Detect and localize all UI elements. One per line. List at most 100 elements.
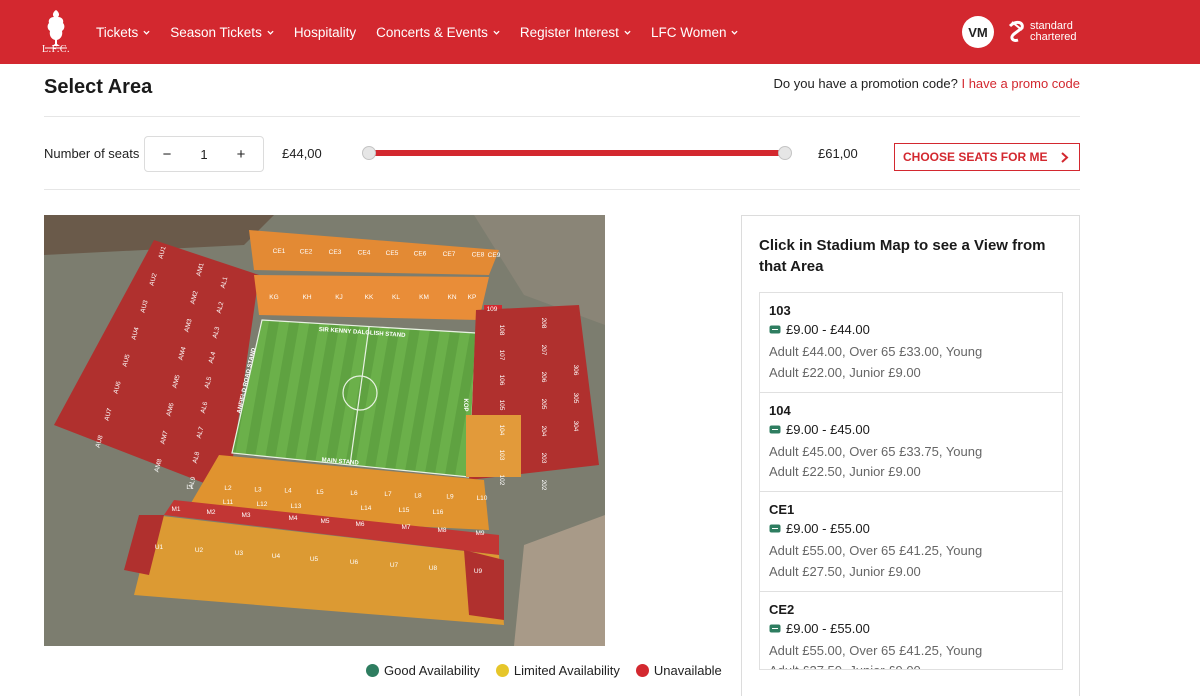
section-u9-block[interactable] [464,550,504,620]
choose-seats-label: CHOOSE SEATS FOR ME [903,150,1048,164]
decrement-button[interactable]: − [159,146,175,163]
area-list-item[interactable]: CE1 £9.00 - £55.00 Adult £55.00, Over 65 £… [760,492,1062,592]
slider-handle-max[interactable] [778,146,792,160]
section-108[interactable]: 108 [498,325,505,336]
slider-handle-min[interactable] [362,146,376,160]
section-kl[interactable]: KL [392,294,400,301]
section-l7[interactable]: L7 [384,491,392,498]
section-l2[interactable]: L2 [224,485,232,492]
section-l8[interactable]: L8 [414,492,422,499]
section-ce3[interactable]: CE3 [329,249,342,256]
section-l14[interactable]: L14 [361,505,372,512]
price-range-slider[interactable] [362,145,792,161]
section-ce8[interactable]: CE8 [472,252,485,259]
section-l11[interactable]: L11 [223,499,234,506]
section-106[interactable]: 106 [498,375,505,386]
section-u5[interactable]: U5 [310,556,319,563]
section-202[interactable]: 202 [540,480,547,491]
section-206[interactable]: 206 [540,372,547,383]
increment-button[interactable]: + [233,146,249,163]
section-ce5[interactable]: CE5 [386,250,399,257]
nav-item-concerts-events[interactable]: Concerts & Events [376,25,500,40]
section-m3[interactable]: M3 [241,512,250,519]
section-m1[interactable]: M1 [171,506,180,513]
section-304[interactable]: 304 [572,421,579,432]
section-kh[interactable]: KH [302,294,311,301]
section-m2[interactable]: M2 [206,509,215,516]
section-kj[interactable]: KJ [335,294,343,301]
section-u4[interactable]: U4 [272,553,281,560]
nav-item-lfc-women[interactable]: LFC Women [651,25,739,40]
nav-item-register-interest[interactable]: Register Interest [520,25,631,40]
section-l4[interactable]: L4 [284,488,292,495]
section-ce1[interactable]: CE1 [273,248,286,255]
section-ce7[interactable]: CE7 [443,251,456,258]
section-107[interactable]: 107 [498,350,505,361]
area-list-item[interactable]: CE2 £9.00 - £55.00 Adult £55.00, Over 65 £… [760,592,1062,670]
section-l9[interactable]: L9 [446,494,454,501]
user-avatar[interactable]: VM [962,16,994,48]
stadium-map[interactable]: CE1 CE2 CE3 CE4 CE5 CE6 CE7 CE8 CE9 KG KH KJ KK KL KM K… [44,215,605,646]
promo-code-link[interactable]: I have a promo code [961,76,1080,91]
section-104[interactable]: 104 [498,425,505,436]
legend-item: Good Availability [366,663,480,678]
section-ce9[interactable]: CE9 [488,252,501,259]
section-l6[interactable]: L6 [350,490,358,497]
section-km[interactable]: KM [419,294,429,301]
area-list[interactable]: 103 £9.00 - £44.00 Adult £44.00, Over 65 £… [759,292,1063,670]
kop-available-block[interactable] [466,415,521,477]
section-u6[interactable]: U6 [350,559,359,566]
section-l16[interactable]: L16 [433,509,444,516]
section-m4[interactable]: M4 [288,515,297,522]
section-m6[interactable]: M6 [355,521,364,528]
section-205[interactable]: 205 [540,399,547,410]
area-list-item[interactable]: 103 £9.00 - £44.00 Adult £44.00, Over 65 £… [760,293,1062,393]
section-ce2[interactable]: CE2 [300,249,313,256]
section-203[interactable]: 203 [540,453,547,464]
section-l15[interactable]: L15 [399,507,410,514]
stand-label-kop[interactable]: KOP [462,398,468,411]
section-103[interactable]: 103 [498,450,505,461]
section-105[interactable]: 105 [498,400,505,411]
nav-item-label: Season Tickets [170,24,262,40]
seats-value[interactable]: 1 [200,147,207,162]
section-ce6[interactable]: CE6 [414,251,427,258]
section-l13[interactable]: L13 [291,503,302,510]
section-kn[interactable]: KN [447,294,456,301]
section-u2[interactable]: U2 [195,547,204,554]
stadium-map-graphic[interactable]: CE1 CE2 CE3 CE4 CE5 CE6 CE7 CE8 CE9 KG KH KJ KK KL KM K… [44,215,605,646]
section-u7[interactable]: U7 [390,562,399,569]
section-102[interactable]: 102 [498,475,505,486]
area-price-range-text: £9.00 - £44.00 [786,322,870,337]
section-l12[interactable]: L12 [257,501,268,508]
section-l3[interactable]: L3 [254,486,262,493]
section-m8[interactable]: M8 [437,527,446,534]
section-207[interactable]: 207 [540,345,547,356]
section-ce4[interactable]: CE4 [358,250,371,257]
section-kk[interactable]: KK [365,294,374,301]
sponsor-logo[interactable]: standard chartered [1008,18,1076,46]
legend-label: Limited Availability [513,663,620,678]
choose-seats-button[interactable]: CHOOSE SEATS FOR ME [894,143,1080,171]
section-109[interactable]: 109 [487,306,498,313]
section-kp[interactable]: KP [468,294,477,301]
section-l1[interactable]: L1 [186,484,194,491]
section-208[interactable]: 208 [540,318,547,329]
section-306[interactable]: 306 [572,365,579,376]
nav-item-tickets[interactable]: Tickets [96,25,150,40]
area-list-item[interactable]: 104 £9.00 - £45.00 Adult £45.00, Over 65 £… [760,393,1062,492]
section-305[interactable]: 305 [572,393,579,404]
section-l5[interactable]: L5 [316,489,324,496]
section-u3[interactable]: U3 [235,550,244,557]
section-m7[interactable]: M7 [401,524,410,531]
section-m5[interactable]: M5 [320,518,329,525]
section-kg[interactable]: KG [269,294,278,301]
section-m9[interactable]: M9 [475,530,484,537]
section-u1[interactable]: U1 [155,544,164,551]
section-u8[interactable]: U8 [429,565,438,572]
section-204[interactable]: 204 [540,426,547,437]
nav-item-hospitality[interactable]: Hospitality [294,25,356,40]
section-u9[interactable]: U9 [474,568,483,575]
section-l10[interactable]: L10 [477,495,488,502]
nav-item-season-tickets[interactable]: Season Tickets [170,25,274,40]
